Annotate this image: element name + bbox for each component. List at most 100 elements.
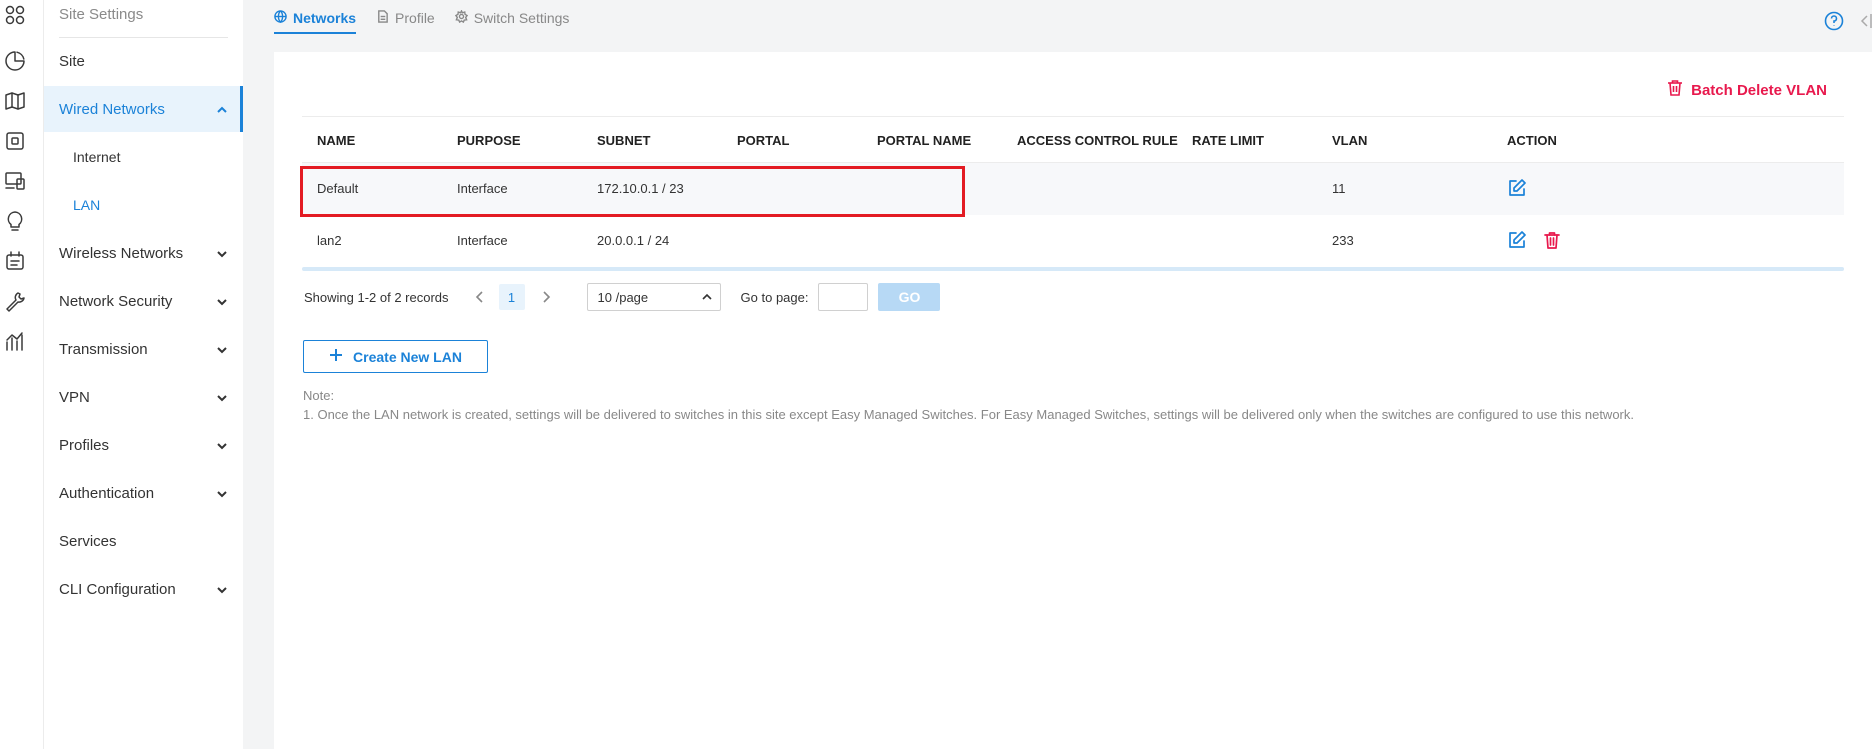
top-tabs: Networks Profile Switch Settings bbox=[274, 0, 569, 36]
edit-icon[interactable] bbox=[1507, 230, 1527, 250]
chevron-up-icon bbox=[216, 103, 228, 115]
batch-delete-vlan-button[interactable]: Batch Delete VLAN bbox=[1667, 79, 1827, 101]
batch-delete-label: Batch Delete VLAN bbox=[1691, 81, 1827, 99]
dashboard-icon[interactable] bbox=[3, 3, 27, 27]
column-header-vlan[interactable]: VLAN bbox=[1332, 133, 1367, 148]
sidebar-item-vpn[interactable]: VPN bbox=[44, 374, 243, 420]
sidebar-item-lan[interactable]: LAN bbox=[44, 182, 243, 228]
gear-icon bbox=[454, 9, 468, 26]
globe-icon bbox=[274, 10, 287, 26]
cell-name: Default bbox=[317, 181, 359, 196]
column-header-purpose[interactable]: PURPOSE bbox=[457, 133, 521, 148]
statistics-icon[interactable] bbox=[3, 49, 27, 73]
chevron-down-icon bbox=[216, 343, 228, 355]
chevron-down-icon bbox=[216, 439, 228, 451]
sidebar-item-label: Services bbox=[59, 532, 117, 550]
goto-page-input[interactable] bbox=[818, 283, 869, 311]
column-header-portal-name[interactable]: PORTAL NAME bbox=[877, 133, 971, 148]
tab-networks[interactable]: Networks bbox=[274, 0, 357, 36]
sidebar-item-authentication[interactable]: Authentication bbox=[44, 470, 243, 516]
sidebar-item-label: Profiles bbox=[59, 436, 110, 454]
tab-switch-settings[interactable]: Switch Settings bbox=[454, 0, 570, 36]
pagination-summary: Showing 1-2 of 2 records bbox=[304, 289, 449, 305]
note-line: 1. Once the LAN network is created, sett… bbox=[303, 407, 1634, 422]
table-row[interactable]: lan2 Interface 20.0.0.1 / 24 233 bbox=[302, 215, 1844, 267]
tab-profile[interactable]: Profile bbox=[376, 0, 435, 36]
tab-label: Profile bbox=[395, 10, 435, 26]
icon-rail bbox=[0, 0, 44, 749]
sidebar-item-profiles[interactable]: Profiles bbox=[44, 422, 243, 468]
create-new-lan-button[interactable]: Create New LAN bbox=[303, 340, 488, 373]
document-icon bbox=[376, 10, 389, 26]
column-header-action: ACTION bbox=[1507, 133, 1557, 148]
cell-vlan: 233 bbox=[1332, 233, 1354, 248]
networks-table: NAME PURPOSE SUBNET PORTAL PORTAL NAME A… bbox=[302, 116, 1844, 271]
trash-icon[interactable] bbox=[1542, 230, 1562, 250]
reports-icon[interactable] bbox=[3, 329, 27, 353]
pagination: Showing 1-2 of 2 records 1 10 /page Go t… bbox=[304, 283, 941, 311]
page-size-select[interactable]: 10 /page bbox=[586, 283, 721, 311]
collapse-panel-icon[interactable] bbox=[1858, 12, 1872, 30]
prev-page-button[interactable] bbox=[467, 284, 493, 310]
create-button-label: Create New LAN bbox=[353, 348, 462, 365]
insights-icon[interactable] bbox=[3, 209, 27, 233]
settings-sidebar: Site Settings Site Wired Networks Intern… bbox=[44, 0, 243, 749]
tab-label: Switch Settings bbox=[473, 10, 570, 26]
column-header-subnet[interactable]: SUBNET bbox=[597, 133, 650, 148]
sidebar-item-label: LAN bbox=[73, 197, 101, 213]
table-scrollbar[interactable] bbox=[302, 267, 1844, 271]
cell-vlan: 11 bbox=[1332, 181, 1346, 196]
chevron-down-icon bbox=[216, 391, 228, 403]
go-button[interactable]: GO bbox=[878, 283, 941, 311]
cell-purpose: Interface bbox=[457, 233, 508, 248]
chevron-down-icon bbox=[216, 247, 228, 259]
note-section: Note: 1. Once the LAN network is created… bbox=[303, 386, 1634, 424]
tools-icon[interactable] bbox=[3, 289, 27, 313]
map-icon[interactable] bbox=[3, 89, 27, 113]
sidebar-item-label: Wireless Networks bbox=[59, 244, 184, 262]
sidebar-item-label: Authentication bbox=[59, 484, 155, 502]
sidebar-item-label: Network Security bbox=[59, 292, 173, 310]
edit-icon[interactable] bbox=[1507, 178, 1527, 198]
sidebar-item-internet[interactable]: Internet bbox=[44, 134, 243, 180]
goto-label: Go to page: bbox=[740, 289, 809, 305]
cell-subnet: 20.0.0.1 / 24 bbox=[597, 233, 670, 248]
chevron-down-icon bbox=[216, 583, 228, 595]
devices-icon[interactable] bbox=[3, 129, 27, 153]
sidebar-item-label: Site bbox=[59, 52, 85, 70]
tab-label: Networks bbox=[293, 10, 357, 26]
table-header: NAME PURPOSE SUBNET PORTAL PORTAL NAME A… bbox=[302, 117, 1844, 163]
column-header-rate-limit[interactable]: RATE LIMIT bbox=[1192, 133, 1264, 148]
column-header-access-control-rule[interactable]: ACCESS CONTROL RULE bbox=[1017, 133, 1178, 148]
cell-name: lan2 bbox=[317, 233, 342, 248]
sidebar-item-network-security[interactable]: Network Security bbox=[44, 278, 243, 324]
cell-purpose: Interface bbox=[457, 181, 508, 196]
page-size-value: 10 /page bbox=[597, 289, 649, 305]
sidebar-item-label: Transmission bbox=[59, 340, 148, 358]
note-title: Note: bbox=[303, 388, 335, 403]
sidebar-item-services[interactable]: Services bbox=[44, 518, 243, 564]
sidebar-item-wireless-networks[interactable]: Wireless Networks bbox=[44, 230, 243, 276]
column-header-portal[interactable]: PORTAL bbox=[737, 133, 789, 148]
next-page-button[interactable] bbox=[533, 284, 559, 310]
clients-icon[interactable] bbox=[3, 169, 27, 193]
help-icon[interactable] bbox=[1824, 11, 1844, 31]
sidebar-item-label: CLI Configuration bbox=[59, 580, 176, 598]
sidebar-item-label: Internet bbox=[73, 149, 121, 165]
logs-icon[interactable] bbox=[3, 249, 27, 273]
plus-icon bbox=[329, 348, 343, 365]
sidebar-title: Site Settings bbox=[59, 6, 144, 23]
cell-subnet: 172.10.0.1 / 23 bbox=[597, 181, 684, 196]
sidebar-item-label: VPN bbox=[59, 388, 90, 406]
sidebar-item-transmission[interactable]: Transmission bbox=[44, 326, 243, 372]
sidebar-item-label: Wired Networks bbox=[59, 100, 165, 118]
table-row[interactable]: Default Interface 172.10.0.1 / 23 11 bbox=[302, 163, 1844, 215]
column-header-name[interactable]: NAME bbox=[317, 133, 355, 148]
sidebar-item-cli-configuration[interactable]: CLI Configuration bbox=[44, 566, 243, 612]
sidebar-item-site[interactable]: Site bbox=[44, 38, 243, 84]
trash-icon bbox=[1667, 79, 1683, 101]
page-number-button[interactable]: 1 bbox=[498, 284, 525, 310]
chevron-down-icon bbox=[216, 487, 228, 499]
sidebar-item-wired-networks[interactable]: Wired Networks bbox=[44, 86, 243, 132]
chevron-up-icon bbox=[701, 293, 712, 300]
